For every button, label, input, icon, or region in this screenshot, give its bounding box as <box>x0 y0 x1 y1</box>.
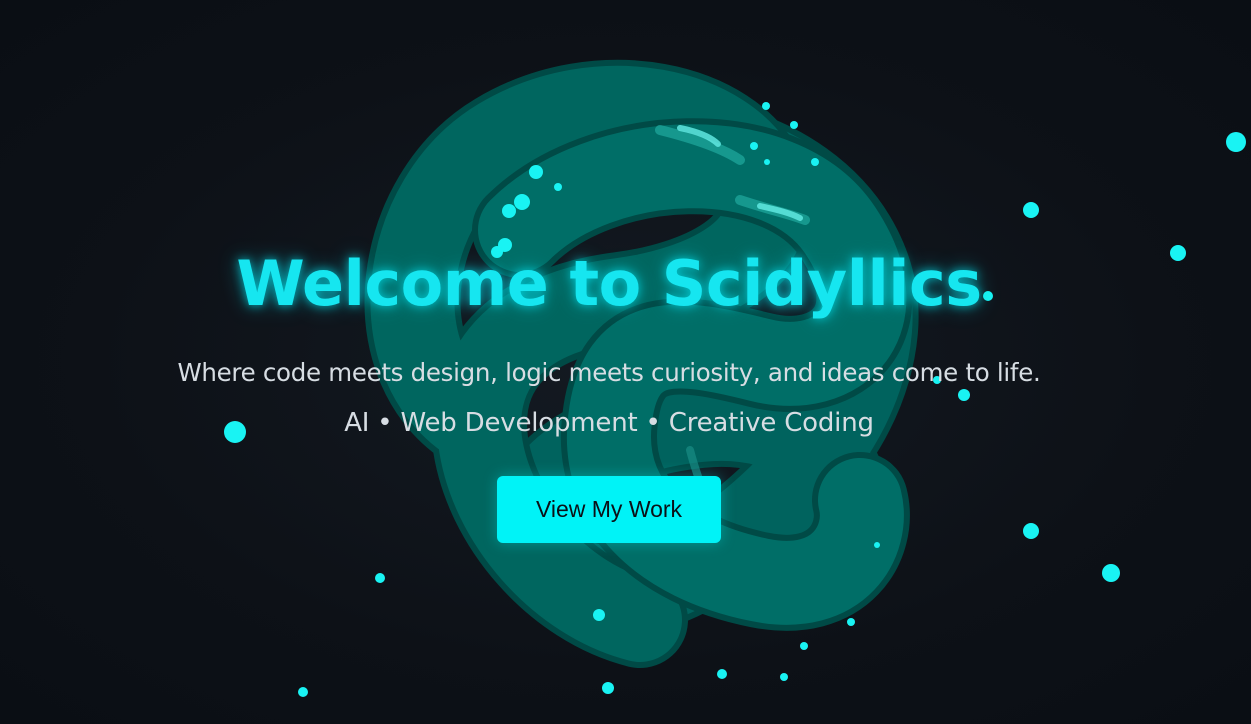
view-my-work-button[interactable]: View My Work <box>497 476 721 543</box>
hero-section: Welcome to Scidyllics Where code meets d… <box>0 0 1251 724</box>
hero-content: Welcome to Scidyllics Where code meets d… <box>0 0 1251 724</box>
hero-topics: AI • Web Development • Creative Coding <box>344 408 874 438</box>
hero-title: Welcome to Scidyllics <box>236 247 982 320</box>
hero-subtitle: Where code meets design, logic meets cur… <box>177 358 1041 387</box>
